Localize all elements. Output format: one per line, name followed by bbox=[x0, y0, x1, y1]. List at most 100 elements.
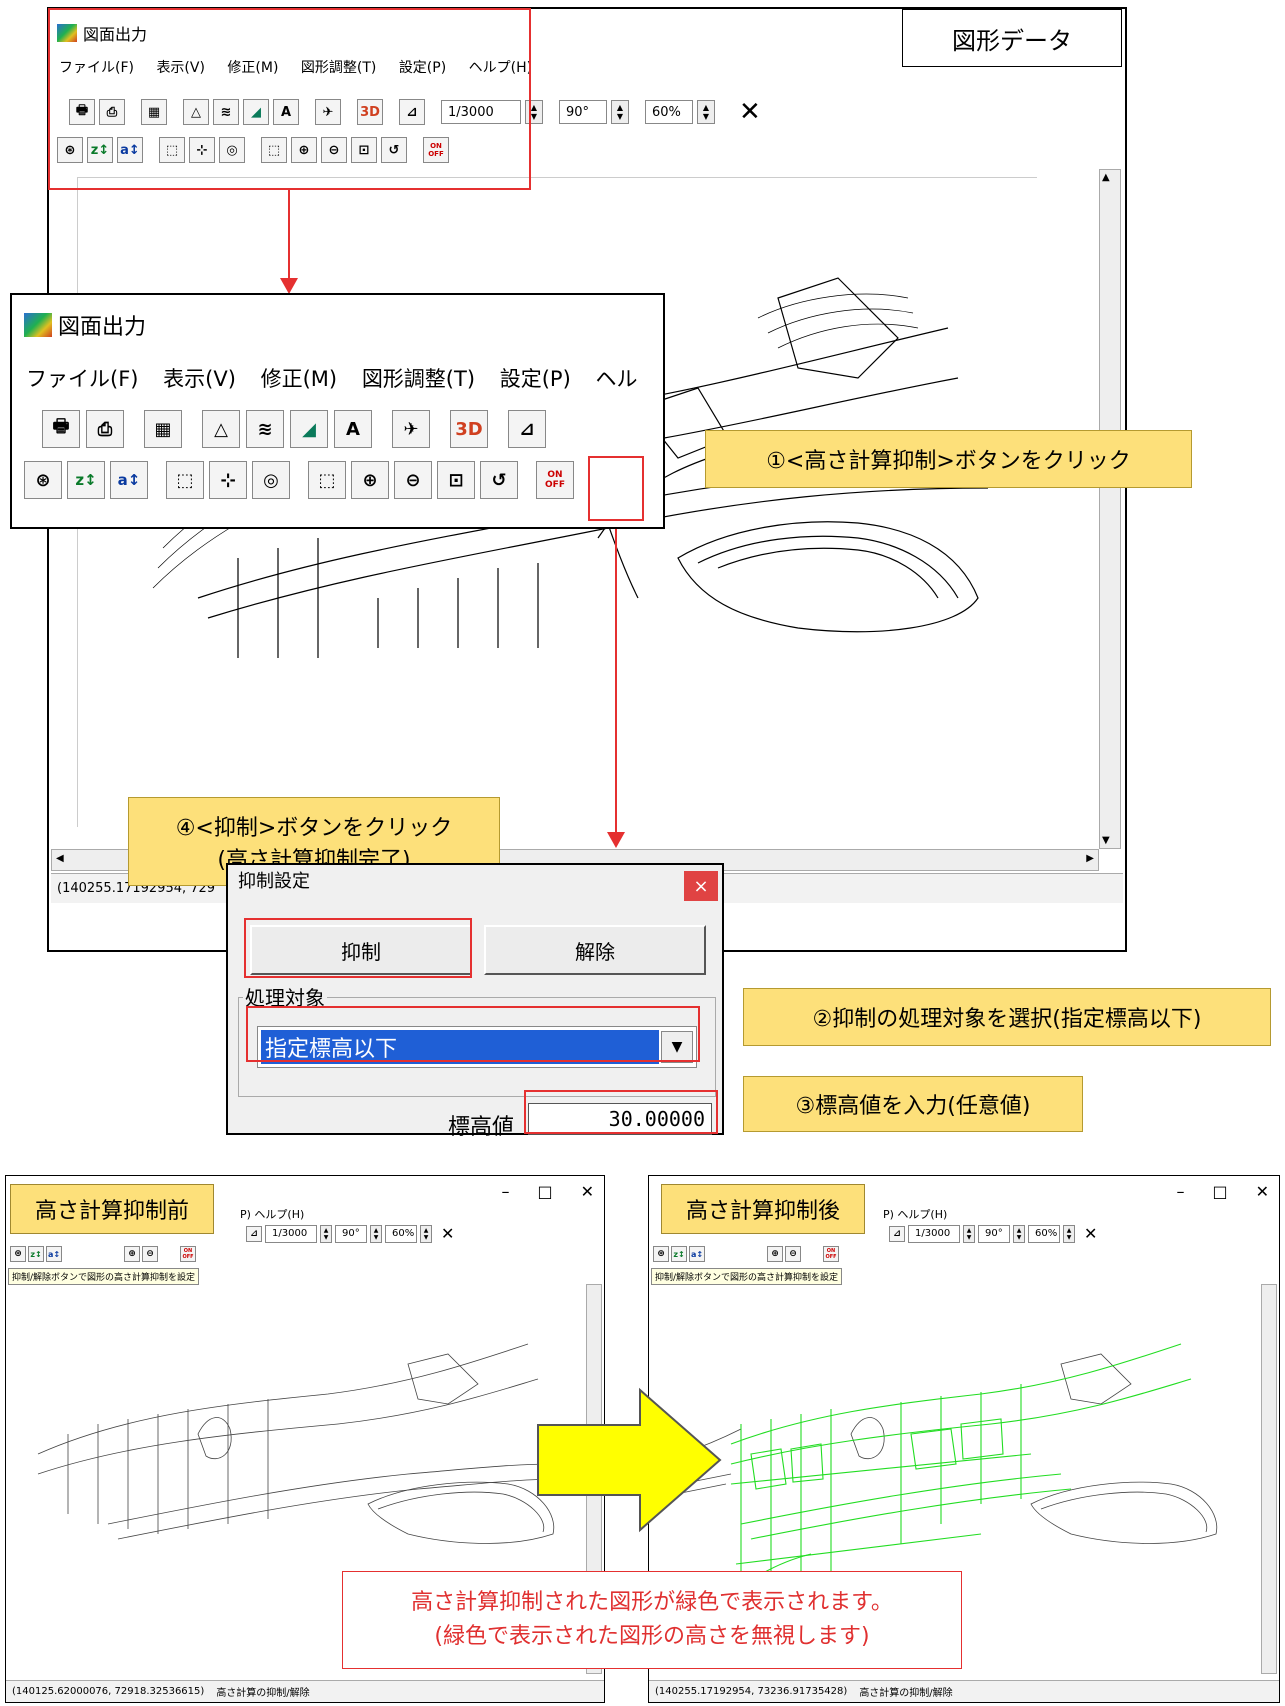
suppress-button-red-highlight bbox=[244, 918, 472, 978]
zoomed-triangle-icon[interactable]: △ bbox=[202, 410, 240, 448]
zoomed-zoom-out-icon[interactable]: ⊖ bbox=[394, 461, 432, 499]
after-scale-field[interactable]: 1/3000 bbox=[908, 1224, 960, 1243]
bottom-note: 高さ計算抑制された図形が緑色で表示されます。 (緑色で表示された図形の高さを無視… bbox=[342, 1571, 962, 1669]
zoomed-terrain-icon[interactable]: ◢ bbox=[290, 410, 328, 448]
zoomed-a-sort-icon[interactable]: a↕ bbox=[110, 461, 148, 499]
after-angle-field[interactable]: 90° bbox=[978, 1224, 1010, 1243]
zoomed-measure-icon[interactable]: ⊿ bbox=[508, 410, 546, 448]
bottom-note-line1: 高さ計算抑制された図形が緑色で表示されます。 bbox=[411, 1590, 893, 1615]
before-zoom-spinner[interactable]: ▲ ▼ bbox=[420, 1224, 432, 1243]
before-zoom-out-icon[interactable]: ⊖ bbox=[142, 1246, 158, 1262]
after-zoom-spinner[interactable]: ▲ ▼ bbox=[1063, 1224, 1075, 1243]
after-close-x-icon[interactable]: ✕ bbox=[1084, 1224, 1097, 1243]
before-maximize-icon[interactable]: □ bbox=[537, 1182, 552, 1201]
zoomed-menu-edit[interactable]: 修正(M) bbox=[261, 367, 338, 391]
after-origin-icon[interactable]: ⊛ bbox=[653, 1246, 669, 1262]
zoomed-3d-icon[interactable]: 3D bbox=[450, 410, 488, 448]
before-suppress-icon[interactable]: ON OFF bbox=[180, 1246, 196, 1262]
zoomed-print-preview-icon[interactable]: ⎙ bbox=[86, 410, 124, 448]
after-measure-icon[interactable]: ⊿ bbox=[889, 1225, 905, 1242]
zoomed-toolbar-row-1: 🖶 ⎙ ▦ △ ≋ ◢ A ✈ 3D ⊿ bbox=[42, 410, 546, 448]
before-close-x-icon[interactable]: ✕ bbox=[441, 1224, 454, 1243]
zoomed-app-title: 図面出力 bbox=[58, 315, 147, 340]
zoomed-app-logo-icon bbox=[24, 313, 52, 337]
after-zoom-in-icon[interactable]: ⊕ bbox=[767, 1246, 783, 1262]
after-z-sort-icon[interactable]: z↕ bbox=[671, 1246, 687, 1262]
callout-step3: ③標高値を入力(任意値) bbox=[743, 1076, 1083, 1132]
before-angle-field[interactable]: 90° bbox=[335, 1224, 367, 1243]
zoomed-select-figure-icon[interactable]: ◎ bbox=[252, 461, 290, 499]
zoomed-zoom-prev-icon[interactable]: ↺ bbox=[480, 461, 518, 499]
after-maximize-icon[interactable]: □ bbox=[1212, 1182, 1227, 1201]
before-status-text: 高さ計算の抑制/解除 bbox=[216, 1688, 310, 1699]
callout-step1: ①<高さ計算抑制>ボタンをクリック bbox=[705, 430, 1192, 488]
zoomed-menu-settings[interactable]: 設定(P) bbox=[500, 367, 571, 391]
zoomed-select-point-icon[interactable]: ⊹ bbox=[209, 461, 247, 499]
after-status-bar: (140255.17192954, 73236.91735428) 高さ計算の抑… bbox=[649, 1680, 1279, 1702]
zoomed-toolbar: 図面出力 ファイル(F) 表示(V) 修正(M) 図形調整(T) 設定(P) ヘ… bbox=[10, 293, 665, 529]
arrow-head-2 bbox=[607, 832, 625, 848]
zoomed-satellite-icon[interactable]: ✈ bbox=[392, 410, 430, 448]
zoomed-menu-file[interactable]: ファイル(F) bbox=[26, 367, 138, 391]
after-zoom-field[interactable]: 60% bbox=[1028, 1224, 1060, 1243]
after-scale-spinner[interactable]: ▲ ▼ bbox=[963, 1224, 975, 1243]
before-measure-icon[interactable]: ⊿ bbox=[246, 1225, 262, 1242]
zoomed-zoom-window-icon[interactable]: ⬚ bbox=[308, 461, 346, 499]
after-menu-tail[interactable]: P) ヘルプ(H) bbox=[883, 1206, 947, 1222]
before-scale-spinner[interactable]: ▲ ▼ bbox=[320, 1224, 332, 1243]
after-close-icon[interactable]: ✕ bbox=[1256, 1182, 1269, 1201]
after-zoom-out-icon[interactable]: ⊖ bbox=[785, 1246, 801, 1262]
release-button[interactable]: 解除 bbox=[484, 925, 706, 975]
zoomed-contour-icon[interactable]: ≋ bbox=[246, 410, 284, 448]
before-close-icon[interactable]: ✕ bbox=[581, 1182, 594, 1201]
zoomed-menu-help[interactable]: ヘル bbox=[595, 367, 637, 391]
zoomed-zoom-fit-icon[interactable]: ⊡ bbox=[437, 461, 475, 499]
after-a-sort-icon[interactable]: a↕ bbox=[689, 1246, 705, 1262]
before-zoom-field[interactable]: 60% bbox=[385, 1224, 417, 1243]
before-a-sort-icon[interactable]: a↕ bbox=[46, 1246, 62, 1262]
after-vertical-scrollbar[interactable] bbox=[1261, 1284, 1277, 1674]
zoomed-menu-view[interactable]: 表示(V) bbox=[163, 367, 236, 391]
zoomed-menu-bar: ファイル(F) 表示(V) 修正(M) 図形調整(T) 設定(P) ヘル bbox=[26, 363, 656, 393]
before-menu-tail[interactable]: P) ヘルプ(H) bbox=[240, 1206, 304, 1222]
zoomed-title-bar: 図面出力 bbox=[24, 309, 146, 341]
after-toolbar-row-2: ⊛ z↕ a↕ ⊕ ⊖ ON OFF bbox=[653, 1246, 839, 1262]
before-tooltip: 抑制/解除ボタンで図形の高さ計算抑制を設定 bbox=[8, 1268, 200, 1285]
callout-step3-text: ③標高値を入力(任意値) bbox=[795, 1094, 1031, 1119]
zoomed-text-icon[interactable]: A bbox=[334, 410, 372, 448]
before-origin-icon[interactable]: ⊛ bbox=[10, 1246, 26, 1262]
before-status-coordinates: (140125.62000076, 72918.32536615) bbox=[12, 1686, 205, 1697]
zoomed-layer-icon[interactable]: ▦ bbox=[144, 410, 182, 448]
before-toolbar-row-2: ⊛ z↕ a↕ ⊕ ⊖ ON OFF bbox=[10, 1246, 196, 1262]
zoomed-select-area-icon[interactable]: ⬚ bbox=[166, 461, 204, 499]
zoomed-z-sort-icon[interactable]: z↕ bbox=[67, 461, 105, 499]
before-scale-field[interactable]: 1/3000 bbox=[265, 1224, 317, 1243]
zoomed-origin-icon[interactable]: ⊛ bbox=[24, 461, 62, 499]
callout-step4-line1: ④<抑制>ボタンをクリック bbox=[175, 815, 453, 841]
arrow-head-1 bbox=[280, 278, 298, 294]
after-window-controls: – □ ✕ bbox=[1176, 1182, 1269, 1201]
before-tag-text: 高さ計算抑制前 bbox=[34, 1199, 189, 1224]
zoomed-zoom-in-icon[interactable]: ⊕ bbox=[351, 461, 389, 499]
after-suppress-icon[interactable]: ON OFF bbox=[823, 1246, 839, 1262]
before-angle-spinner[interactable]: ▲ ▼ bbox=[370, 1224, 382, 1243]
before-toolbar: ⊿ 1/3000 ▲ ▼ 90° ▲ ▼ 60% ▲ ▼ ✕ bbox=[246, 1224, 454, 1243]
zoomed-suppress-off-label: OFF bbox=[545, 480, 565, 490]
after-angle-spinner[interactable]: ▲ ▼ bbox=[1013, 1224, 1025, 1243]
after-tag-text: 高さ計算抑制後 bbox=[685, 1199, 840, 1224]
before-z-sort-icon[interactable]: z↕ bbox=[28, 1246, 44, 1262]
before-zoom-in-icon[interactable]: ⊕ bbox=[124, 1246, 140, 1262]
release-button-label: 解除 bbox=[575, 939, 615, 964]
after-tooltip: 抑制/解除ボタンで図形の高さ計算抑制を設定 bbox=[651, 1268, 843, 1285]
before-window-controls: – □ ✕ bbox=[501, 1182, 594, 1201]
callout-step1-text: ①<高さ計算抑制>ボタンをクリック bbox=[766, 449, 1131, 474]
zoomed-menu-figure-adjust[interactable]: 図形調整(T) bbox=[362, 367, 475, 391]
bottom-note-line2: (緑色で表示された図形の高さを無視します) bbox=[434, 1624, 870, 1649]
after-status-text: 高さ計算の抑制/解除 bbox=[859, 1688, 953, 1699]
zoomed-print-icon[interactable]: 🖶 bbox=[42, 410, 80, 448]
before-minimize-icon[interactable]: – bbox=[501, 1182, 509, 1201]
zoomed-suppress-toggle-icon[interactable]: ON OFF bbox=[536, 461, 574, 499]
dialog-close-icon: × bbox=[693, 875, 709, 897]
dialog-close-button[interactable]: × bbox=[684, 871, 718, 901]
after-minimize-icon[interactable]: – bbox=[1176, 1182, 1184, 1201]
